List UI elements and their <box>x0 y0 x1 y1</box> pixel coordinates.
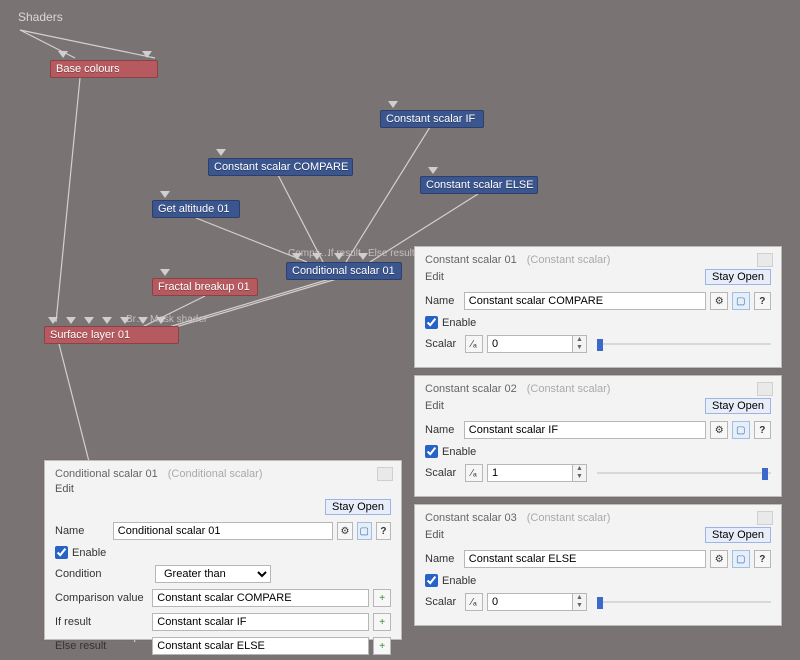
gear-icon[interactable]: ⚙ <box>710 421 728 439</box>
color-icon[interactable]: ▢ <box>732 550 750 568</box>
scalar-slider[interactable] <box>597 337 771 351</box>
node-label: Surface layer 01 <box>50 329 130 341</box>
enable-label: Enable <box>442 317 476 329</box>
edit-menu[interactable]: Edit <box>425 529 444 541</box>
add-icon[interactable]: + <box>373 589 391 607</box>
panel-conditional-scalar[interactable]: Conditional scalar 01 (Conditional scala… <box>44 460 402 640</box>
else-result-label: Else result <box>55 640 152 652</box>
node-label: Constant scalar IF <box>386 113 475 125</box>
node-get-altitude[interactable]: Get altitude 01 <box>152 200 240 218</box>
close-icon[interactable] <box>757 511 773 525</box>
spin-arrows[interactable]: ▲▼ <box>573 335 587 353</box>
scalar-label: Scalar <box>425 596 465 608</box>
node-constant-compare[interactable]: Constant scalar COMPARE <box>208 158 353 176</box>
port-label-else-result: Else result <box>368 248 415 259</box>
scalar-slider[interactable] <box>597 466 771 480</box>
scalar-label: Scalar <box>425 338 465 350</box>
name-label: Name <box>425 295 464 307</box>
scalar-slider[interactable] <box>597 595 771 609</box>
gear-icon[interactable]: ⚙ <box>710 292 728 310</box>
node-constant-if[interactable]: Constant scalar IF <box>380 110 484 128</box>
gear-icon[interactable]: ⚙ <box>710 550 728 568</box>
scalar-label: Scalar <box>425 467 465 479</box>
panel-title: Constant scalar 02 <box>425 383 517 395</box>
panel-constant-scalar-03[interactable]: Constant scalar 03 (Constant scalar) Edi… <box>414 504 782 626</box>
color-icon[interactable]: ▢ <box>732 421 750 439</box>
name-input[interactable] <box>464 421 707 439</box>
scalar-input[interactable] <box>487 593 573 611</box>
help-icon[interactable]: ? <box>376 522 391 540</box>
node-surface-layer[interactable]: Surface layer 01 <box>44 326 179 344</box>
panel-type: (Conditional scalar) <box>168 468 263 480</box>
panel-type: (Constant scalar) <box>527 512 611 524</box>
enable-checkbox[interactable] <box>425 316 438 329</box>
scalar-mode-icon[interactable]: ⁄ₐ <box>465 335 483 353</box>
enable-label: Enable <box>442 575 476 587</box>
gear-icon[interactable]: ⚙ <box>337 522 352 540</box>
add-icon[interactable]: + <box>373 613 391 631</box>
enable-checkbox[interactable] <box>425 445 438 458</box>
color-icon[interactable]: ▢ <box>357 522 372 540</box>
scalar-input[interactable] <box>487 335 573 353</box>
help-icon[interactable]: ? <box>754 421 772 439</box>
node-base-colours[interactable]: Base colours <box>50 60 158 78</box>
edit-menu[interactable]: Edit <box>425 271 444 283</box>
panel-type: (Constant scalar) <box>527 383 611 395</box>
enable-checkbox[interactable] <box>425 574 438 587</box>
node-label: Fractal breakup 01 <box>158 281 250 293</box>
node-label: Conditional scalar 01 <box>292 265 395 277</box>
scalar-mode-icon[interactable]: ⁄ₐ <box>465 464 483 482</box>
scalar-mode-icon[interactable]: ⁄ₐ <box>465 593 483 611</box>
color-icon[interactable]: ▢ <box>732 292 750 310</box>
condition-label: Condition <box>55 568 155 580</box>
comparison-value-input[interactable] <box>152 589 369 607</box>
stay-open-button[interactable]: Stay Open <box>705 527 771 543</box>
port-label-if-result: If result <box>328 248 361 259</box>
condition-select[interactable]: Greater than <box>155 565 271 583</box>
name-input[interactable] <box>113 522 334 540</box>
spin-arrows[interactable]: ▲▼ <box>573 464 587 482</box>
scalar-input[interactable] <box>487 464 573 482</box>
name-label: Name <box>55 525 113 537</box>
panel-type: (Constant scalar) <box>527 254 611 266</box>
if-result-input[interactable] <box>152 613 369 631</box>
panel-constant-scalar-01[interactable]: Constant scalar 01 (Constant scalar) Edi… <box>414 246 782 368</box>
enable-checkbox[interactable] <box>55 546 68 559</box>
else-result-input[interactable] <box>152 637 369 655</box>
close-icon[interactable] <box>377 467 393 481</box>
add-icon[interactable]: + <box>373 637 391 655</box>
edit-menu[interactable]: Edit <box>55 483 74 495</box>
panel-constant-scalar-02[interactable]: Constant scalar 02 (Constant scalar) Edi… <box>414 375 782 497</box>
node-constant-else[interactable]: Constant scalar ELSE <box>420 176 538 194</box>
stay-open-button[interactable]: Stay Open <box>325 499 391 515</box>
node-label: Constant scalar COMPARE <box>214 161 348 173</box>
node-label: Base colours <box>56 63 120 75</box>
stay-open-button[interactable]: Stay Open <box>705 269 771 285</box>
if-result-label: If result <box>55 616 152 628</box>
panel-title: Conditional scalar 01 <box>55 468 158 480</box>
name-label: Name <box>425 553 464 565</box>
node-fractal-breakup[interactable]: Fractal breakup 01 <box>152 278 258 296</box>
enable-label: Enable <box>72 547 106 559</box>
panel-title: Constant scalar 03 <box>425 512 517 524</box>
close-icon[interactable] <box>757 382 773 396</box>
help-icon[interactable]: ? <box>754 292 772 310</box>
node-label: Get altitude 01 <box>158 203 230 215</box>
name-label: Name <box>425 424 464 436</box>
close-icon[interactable] <box>757 253 773 267</box>
name-input[interactable] <box>464 292 707 310</box>
panel-title: Constant scalar 01 <box>425 254 517 266</box>
name-input[interactable] <box>464 550 707 568</box>
help-icon[interactable]: ? <box>754 550 772 568</box>
comparison-value-label: Comparison value <box>55 592 152 604</box>
enable-label: Enable <box>442 446 476 458</box>
stay-open-button[interactable]: Stay Open <box>705 398 771 414</box>
node-label: Constant scalar ELSE <box>426 179 534 191</box>
spin-arrows[interactable]: ▲▼ <box>573 593 587 611</box>
edit-menu[interactable]: Edit <box>425 400 444 412</box>
window-title: Shaders <box>18 10 63 24</box>
node-conditional-scalar[interactable]: Conditional scalar 01 <box>286 262 402 280</box>
